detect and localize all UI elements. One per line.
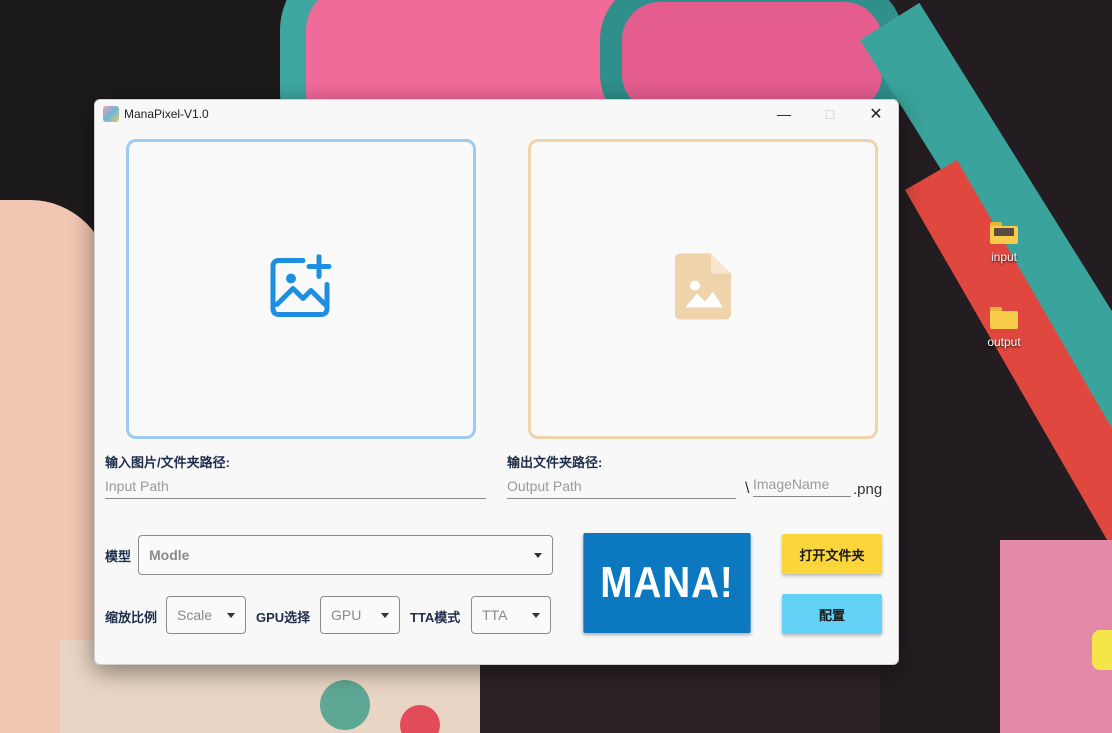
input-path-field[interactable] (105, 474, 486, 499)
maximize-button[interactable]: □ (807, 100, 853, 128)
file-extension: .png (853, 481, 883, 498)
desktop-icon-output[interactable]: output (974, 307, 1034, 349)
desktop-icon-label: input (990, 250, 1018, 264)
folder-icon (990, 222, 1018, 244)
close-button[interactable]: ✕ (853, 100, 898, 128)
input-drop-zone[interactable] (126, 139, 476, 439)
model-select-value: Modle (149, 547, 190, 563)
output-preview-zone[interactable] (528, 139, 878, 439)
chevron-down-icon (532, 612, 540, 618)
model-label: 模型 (105, 549, 132, 564)
open-folder-button[interactable]: 打开文件夹 (782, 534, 882, 574)
add-image-icon (269, 254, 333, 324)
input-path-label: 输入图片/文件夹路径: (105, 455, 230, 470)
gpu-select[interactable]: GPU (320, 596, 400, 634)
tta-label: TTA模式 (410, 610, 461, 625)
tta-select-value: TTA (482, 607, 508, 623)
app-window: ManaPixel-V1.0 — □ ✕ 输入图片/文件夹路径: Input P… (94, 99, 899, 665)
output-path-field[interactable] (507, 474, 736, 499)
scale-select-value: Scale (177, 607, 213, 623)
gpu-label: GPU选择 (256, 610, 311, 625)
path-separator: \ (745, 480, 750, 497)
gpu-select-value: GPU (331, 607, 362, 623)
scale-label: 缩放比例 (105, 610, 158, 625)
app-logo-icon (103, 106, 119, 122)
tta-select[interactable]: TTA (471, 596, 551, 634)
image-file-icon (675, 253, 731, 325)
desktop-icon-input[interactable]: input (974, 222, 1034, 264)
window-title: ManaPixel-V1.0 (124, 107, 209, 121)
model-select[interactable]: Modle (138, 535, 553, 575)
output-path-label: 输出文件夹路径: (507, 455, 603, 470)
title-bar[interactable]: ManaPixel-V1.0 — □ ✕ (95, 100, 898, 128)
chevron-down-icon (381, 612, 389, 618)
chevron-down-icon (227, 612, 235, 618)
chevron-down-icon (534, 552, 542, 558)
minimize-button[interactable]: — (761, 100, 807, 128)
config-button[interactable]: 配置 (782, 594, 882, 634)
mana-run-button[interactable]: MANA! (583, 533, 751, 633)
folder-icon (990, 307, 1018, 329)
image-name-field[interactable] (753, 472, 851, 497)
scale-select[interactable]: Scale (166, 596, 246, 634)
desktop-icon-label: output (987, 335, 1021, 349)
